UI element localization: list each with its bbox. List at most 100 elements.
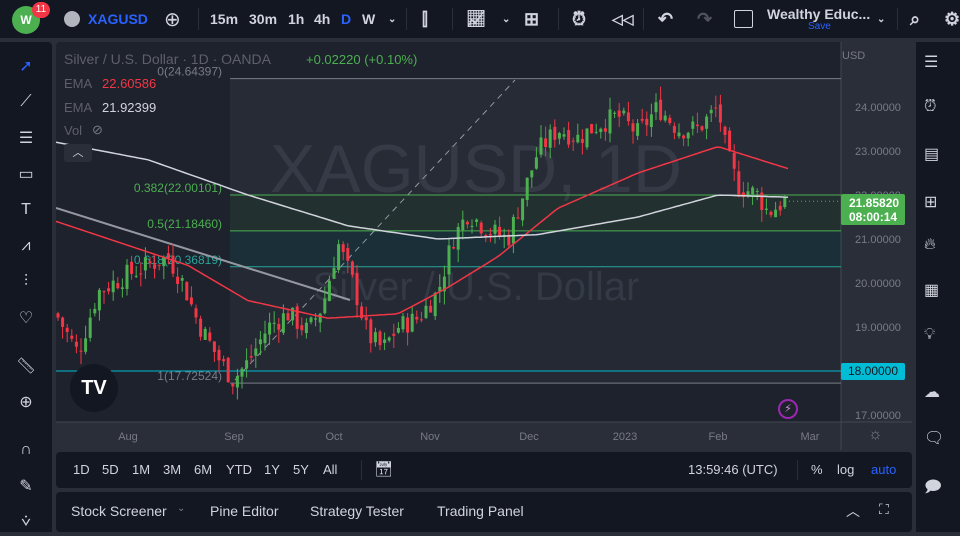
chat-cloud-icon[interactable]: ☁ xyxy=(924,382,952,410)
range-all[interactable]: All xyxy=(323,462,337,477)
interval-d[interactable]: D xyxy=(341,0,351,38)
chart-area[interactable]: XAGUSD, 1DSilver / U.S. Dollar0(24.64397… xyxy=(56,42,912,450)
candle-body xyxy=(677,132,681,137)
currency-selector[interactable]: USD xyxy=(842,50,865,62)
candle-body xyxy=(74,341,78,347)
candle-body xyxy=(419,319,423,321)
candle-body xyxy=(774,209,778,218)
maximize-panel-icon[interactable]: ⛶ xyxy=(879,501,889,518)
candle-body xyxy=(626,112,630,122)
candle-body xyxy=(277,324,281,330)
cursor-icon[interactable]: ➚ xyxy=(12,52,40,80)
log-toggle[interactable]: log xyxy=(837,462,854,477)
lock-drawing-icon[interactable]: ✎ xyxy=(12,472,40,500)
tradingview-logo[interactable]: TV xyxy=(70,364,118,412)
tab-trading-panel[interactable]: Trading Panel xyxy=(437,503,524,519)
range-3m[interactable]: 3M xyxy=(163,462,181,477)
time-tick: Sep xyxy=(224,431,244,443)
notes-icon[interactable]: 🗩︎ xyxy=(924,476,952,504)
search-icon[interactable]: ⌕ xyxy=(910,0,920,38)
redo-icon[interactable]: ↷ xyxy=(697,0,712,38)
alarm-clock-icon[interactable]: ⏰︎ xyxy=(924,98,952,126)
bottom-panel-tabs: Stock Screener ⌄ Pine Editor Strategy Te… xyxy=(56,492,912,532)
chevron-up-icon[interactable]: ︿ xyxy=(846,501,860,521)
undo-icon[interactable]: ↶ xyxy=(658,0,673,38)
rectangle-icon[interactable]: ▭ xyxy=(12,160,40,188)
settings-sun-icon[interactable]: ☼ xyxy=(868,426,883,444)
interval-15m[interactable]: 15m xyxy=(210,0,238,38)
fullscreen-icon[interactable] xyxy=(734,10,753,28)
range-6m[interactable]: 6M xyxy=(194,462,212,477)
tab-pine-editor[interactable]: Pine Editor xyxy=(210,503,278,519)
candle-body xyxy=(562,134,566,137)
ideas-bulb-icon[interactable]: 💡︎ xyxy=(924,326,952,354)
alert-icon[interactable]: ⏰︎ xyxy=(572,0,586,38)
candle-body xyxy=(254,348,258,356)
chevron-down-icon[interactable]: ⌄ xyxy=(877,0,885,38)
layout-grid-icon[interactable]: ⊞ xyxy=(524,0,539,38)
add-symbol-icon[interactable]: ⊕ xyxy=(164,0,181,38)
magnet-icon[interactable]: ∩ xyxy=(12,436,40,464)
candle-body xyxy=(364,317,368,321)
text-icon[interactable]: T xyxy=(12,196,40,224)
candle-body xyxy=(415,316,419,320)
prediction-icon[interactable]: ⫶ xyxy=(12,268,40,296)
calendar-icon[interactable]: ▦ xyxy=(924,280,952,308)
price-chart[interactable]: XAGUSD, 1DSilver / U.S. Dollar0(24.64397… xyxy=(56,42,912,450)
add-list-icon[interactable]: ⊞ xyxy=(924,192,952,220)
trendline-icon[interactable]: ⟋ xyxy=(12,88,40,116)
save-button[interactable]: Save xyxy=(808,21,831,32)
candle-body xyxy=(429,305,433,313)
collapse-legend-button[interactable]: ︿ xyxy=(64,144,92,162)
watchlist-icon[interactable]: ☰ xyxy=(924,52,952,80)
candle-body xyxy=(300,325,304,331)
goto-date-icon[interactable]: 📅︎ xyxy=(374,460,393,478)
interval-30m[interactable]: 30m xyxy=(249,0,277,38)
clock[interactable]: 13:59:46 (UTC) xyxy=(688,462,778,477)
layout-name[interactable]: Wealthy Educ... xyxy=(767,6,870,22)
chevron-down-icon[interactable]: ⌄ xyxy=(502,0,510,38)
candle-body xyxy=(783,197,787,208)
range-5d[interactable]: 5D xyxy=(102,462,119,477)
lightning-icon[interactable]: ⚡︎ xyxy=(778,399,798,419)
news-icon[interactable]: ▤ xyxy=(924,144,952,172)
pattern-icon[interactable]: ⩘ xyxy=(12,232,40,260)
candle-body xyxy=(369,319,373,344)
candle-body xyxy=(130,261,134,274)
range-5y[interactable]: 5Y xyxy=(293,462,309,477)
hotlist-fire-icon[interactable]: 🔥︎ xyxy=(924,236,952,264)
time-axis-bg xyxy=(56,422,912,450)
auto-toggle[interactable]: auto xyxy=(871,462,896,477)
interval-1h[interactable]: 1h xyxy=(288,0,304,38)
zoom-in-icon[interactable]: ⊕ xyxy=(12,388,40,416)
range-ytd[interactable]: YTD xyxy=(226,462,252,477)
ruler-icon[interactable]: 📏︎ xyxy=(12,352,40,380)
gear-icon[interactable]: ⚙ xyxy=(944,0,960,38)
tab-strategy-tester[interactable]: Strategy Tester xyxy=(310,503,404,519)
replay-icon[interactable]: ◁◁ xyxy=(612,0,634,38)
percent-toggle[interactable]: % xyxy=(811,462,823,477)
candle-body xyxy=(337,244,341,270)
heart-icon[interactable]: ♡ xyxy=(12,304,40,332)
chevron-down-icon[interactable]: ⌄ xyxy=(177,503,185,514)
candles-icon[interactable]: ⫿ xyxy=(422,0,428,38)
interval-w[interactable]: W xyxy=(362,0,375,38)
candle-body xyxy=(378,331,382,346)
range-1y[interactable]: 1Y xyxy=(264,462,280,477)
candle-body xyxy=(672,125,676,133)
tab-stock-screener[interactable]: Stock Screener xyxy=(71,503,167,519)
candle-body xyxy=(599,128,603,133)
candle-body xyxy=(470,225,474,227)
indicators-icon[interactable]: 📈︎ xyxy=(466,0,486,38)
notification-badge: 11 xyxy=(32,2,50,18)
range-1m[interactable]: 1M xyxy=(132,462,150,477)
chats-icon[interactable]: 🗨︎ xyxy=(924,428,952,456)
chevron-down-icon[interactable]: ⌄ xyxy=(388,0,396,38)
fib-icon[interactable]: ☰ xyxy=(12,124,40,152)
symbol-search[interactable]: XAGUSD xyxy=(88,0,148,38)
candle-body xyxy=(580,139,584,143)
eye-hidden-icon[interactable]: ⊘ xyxy=(92,122,103,138)
candle-body xyxy=(88,317,92,338)
interval-4h[interactable]: 4h xyxy=(314,0,330,38)
range-1d[interactable]: 1D xyxy=(73,462,90,477)
